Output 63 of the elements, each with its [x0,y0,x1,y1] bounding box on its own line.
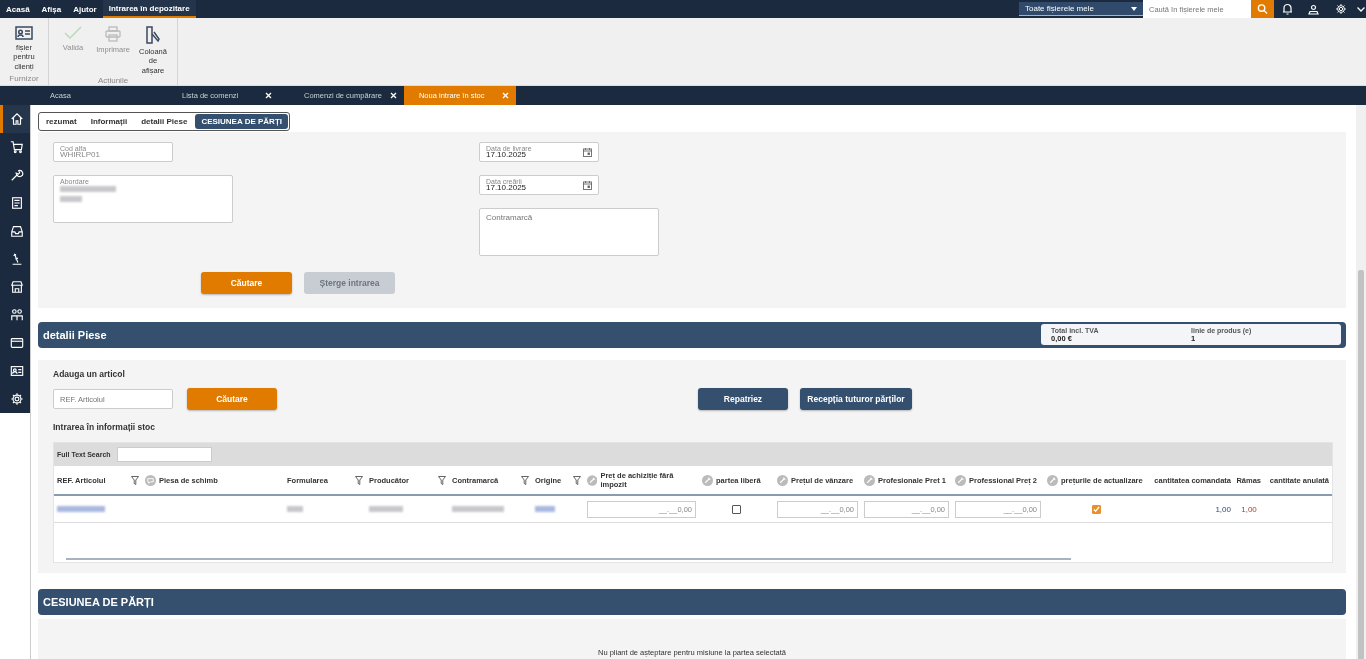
section-tab[interactable]: detalii Piese [135,114,194,129]
check-icon [64,26,82,40]
id-card-icon [15,26,33,40]
full-text-search-field[interactable] [116,447,212,463]
checkbox[interactable] [1092,504,1101,514]
filter-icon[interactable] [573,475,581,485]
calendar-icon[interactable] [583,148,592,157]
id-card-icon[interactable] [9,364,24,378]
redacted-text [287,506,303,513]
group-label: Furnizor [9,74,39,85]
bell-icon[interactable] [1281,3,1293,15]
section-title: detalii Piese [43,328,107,341]
column-edit-icon [146,26,160,44]
section-tab[interactable]: CESIUNEA DE PĂRȚI [195,114,288,129]
tray-icon[interactable] [9,224,24,238]
user-icon[interactable] [1307,3,1319,15]
filter-icon[interactable] [438,475,446,485]
contramarca-field[interactable]: Contramarcă [479,208,659,256]
section-tab[interactable]: rezumat [40,114,83,129]
menu-item[interactable]: Ajutor [67,0,103,18]
redacted-text [60,196,82,202]
menu-item[interactable]: Afișa [35,0,68,18]
redacted-text [452,506,504,513]
redacted-text [535,506,555,513]
filter-icon[interactable] [355,475,363,485]
settings-icon[interactable] [1335,3,1347,15]
search-button[interactable] [1251,0,1274,18]
group-label: Acțiunile [97,76,129,88]
card-icon[interactable] [9,336,24,350]
printer-icon [105,26,121,42]
calendar-icon[interactable] [583,181,592,190]
wrench-icon[interactable] [9,168,24,182]
home-icon[interactable] [9,112,24,126]
settings-icon[interactable] [9,392,24,406]
table-cell: 1,00 [1241,504,1257,514]
table-cell: 1,00 [1215,504,1231,514]
filter-icon[interactable] [131,475,139,485]
document-icon[interactable] [9,196,24,210]
redacted-text [60,186,116,192]
subsection-title: Intrarea în informații stoc [53,422,157,433]
sidebar-item[interactable] [0,105,30,133]
filter-icon[interactable] [521,475,529,485]
scope-dropdown[interactable]: Toate fișierele mele [1019,2,1143,16]
section-title: CESIUNEA DE PĂRȚI [43,595,154,608]
checkbox[interactable] [732,504,741,514]
action-button[interactable]: Recepția tuturor părților [800,388,912,411]
close-icon[interactable] [389,92,397,99]
redacted-text [369,506,403,513]
menu-item[interactable]: Acasă [0,0,36,18]
menu-item[interactable]: Intrarea în depozitare [102,0,196,18]
vertical-scrollbar[interactable] [1356,105,1366,659]
chevron-down-icon[interactable] [1357,6,1365,12]
close-icon[interactable] [265,92,272,99]
action-button[interactable]: Repatriez [698,388,788,411]
horizontal-scrollbar[interactable] [66,558,1071,561]
people-icon[interactable] [9,308,24,322]
cart-icon[interactable] [9,140,24,154]
search-icon[interactable] [1257,3,1268,15]
section-tab[interactable]: Informații [84,114,134,129]
subsection-title: Adauga un articol [53,369,126,380]
store-icon[interactable] [9,280,24,294]
caret-icon[interactable] [1131,6,1137,11]
redacted-text [57,506,105,513]
